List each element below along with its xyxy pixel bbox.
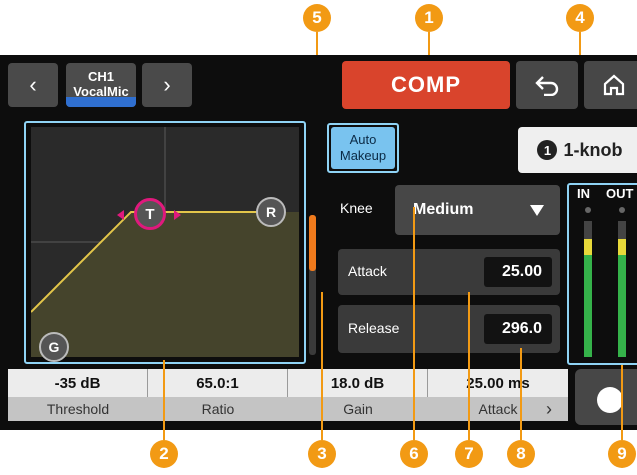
release-handle-label: R bbox=[265, 204, 277, 220]
one-knob-label: 1-knob bbox=[563, 139, 623, 160]
device-screen: ‹ CH1 VocalMic › COMP Auto Makeup 1 1-kn… bbox=[0, 55, 637, 430]
callout-4: 4 bbox=[566, 4, 594, 32]
dropdown-triangle-icon bbox=[530, 205, 544, 216]
callout-9: 9 bbox=[608, 440, 636, 468]
callout-1: 1 bbox=[415, 4, 443, 32]
gain-reduction-meter bbox=[309, 215, 316, 355]
callout-2: 2 bbox=[150, 440, 178, 468]
callout-3: 3 bbox=[308, 440, 336, 468]
meter-in-label: IN bbox=[577, 186, 590, 201]
release-value[interactable]: 296.0 bbox=[484, 314, 552, 344]
comp-curve-svg bbox=[31, 127, 299, 357]
attack-value[interactable]: 25.00 bbox=[484, 257, 552, 287]
meter-in-fill bbox=[584, 255, 592, 357]
attack-label: Attack bbox=[348, 263, 387, 279]
callout-7-leader bbox=[468, 292, 470, 440]
callout-5: 5 bbox=[303, 4, 331, 32]
back-button[interactable] bbox=[516, 61, 578, 109]
channel-selector[interactable]: CH1 VocalMic bbox=[66, 63, 136, 107]
attack-row[interactable]: Attack 25.00 bbox=[338, 249, 560, 295]
one-knob-button[interactable]: 1 1-knob bbox=[518, 127, 637, 173]
bottom-gain-value[interactable]: 18.0 dB bbox=[288, 369, 428, 397]
meter-in-peak bbox=[585, 207, 591, 213]
number-circle-icon: 1 bbox=[537, 140, 558, 160]
channel-number: CH1 bbox=[87, 69, 114, 84]
next-channel-button[interactable]: › bbox=[142, 63, 192, 107]
threshold-left-arrow-icon bbox=[117, 210, 124, 220]
callout-6-leader bbox=[413, 207, 415, 440]
meter-out-peak bbox=[619, 207, 625, 213]
callout-9-leader bbox=[621, 365, 623, 440]
gain-reduction-fill bbox=[309, 215, 316, 271]
home-button[interactable] bbox=[584, 61, 637, 109]
chevron-right-icon: › bbox=[163, 72, 171, 97]
meter-out-label: OUT bbox=[606, 186, 634, 201]
bottom-chevron-right-icon[interactable]: › bbox=[546, 399, 552, 420]
threshold-handle-label: T bbox=[145, 205, 155, 223]
threshold-handle[interactable]: T bbox=[134, 198, 166, 230]
knee-value: Medium bbox=[413, 201, 474, 218]
meter-frame bbox=[567, 183, 637, 365]
bottom-threshold-name: Threshold bbox=[8, 397, 148, 421]
bottom-ratio-value[interactable]: 65.0:1 bbox=[148, 369, 288, 397]
channel-name: VocalMic bbox=[73, 84, 129, 99]
tap-tempo-button[interactable] bbox=[575, 369, 637, 425]
callout-7: 7 bbox=[455, 440, 483, 468]
callout-8-leader bbox=[520, 348, 522, 440]
clock-icon bbox=[597, 387, 623, 413]
bottom-gain-name: Gain bbox=[288, 397, 428, 421]
bottom-threshold-value[interactable]: -35 dB bbox=[8, 369, 148, 397]
home-icon bbox=[603, 74, 625, 96]
prev-channel-button[interactable]: ‹ bbox=[8, 63, 58, 107]
meter-out-fill bbox=[618, 255, 626, 357]
auto-makeup-line1: Auto bbox=[349, 132, 377, 147]
knee-label: Knee bbox=[340, 200, 373, 216]
comp-title-button[interactable]: COMP bbox=[342, 61, 510, 109]
callout-8: 8 bbox=[507, 440, 535, 468]
bottom-attack-value[interactable]: 25.00 ms bbox=[428, 369, 568, 397]
threshold-right-arrow-icon bbox=[174, 210, 181, 220]
gain-handle-label: G bbox=[48, 339, 60, 355]
release-label: Release bbox=[348, 320, 400, 336]
bottom-ratio-name: Ratio bbox=[148, 397, 288, 421]
release-row[interactable]: Release 296.0 bbox=[338, 305, 560, 353]
auto-makeup-line2: Makeup bbox=[339, 148, 387, 163]
callout-3-leader bbox=[321, 292, 323, 440]
chevron-left-icon: ‹ bbox=[29, 72, 37, 97]
knee-select[interactable]: Medium bbox=[395, 185, 560, 235]
undo-arrow-icon bbox=[535, 76, 559, 96]
release-handle[interactable]: R bbox=[256, 197, 286, 227]
comp-graph[interactable]: T R G bbox=[31, 127, 299, 362]
bottom-param-bar: -35 dB 65.0:1 18.0 dB 25.00 ms Threshold… bbox=[8, 369, 568, 424]
gain-handle[interactable]: G bbox=[39, 332, 69, 362]
callout-6: 6 bbox=[400, 440, 428, 468]
auto-makeup-button[interactable]: Auto Makeup bbox=[331, 127, 395, 169]
callout-2-leader bbox=[163, 360, 165, 440]
